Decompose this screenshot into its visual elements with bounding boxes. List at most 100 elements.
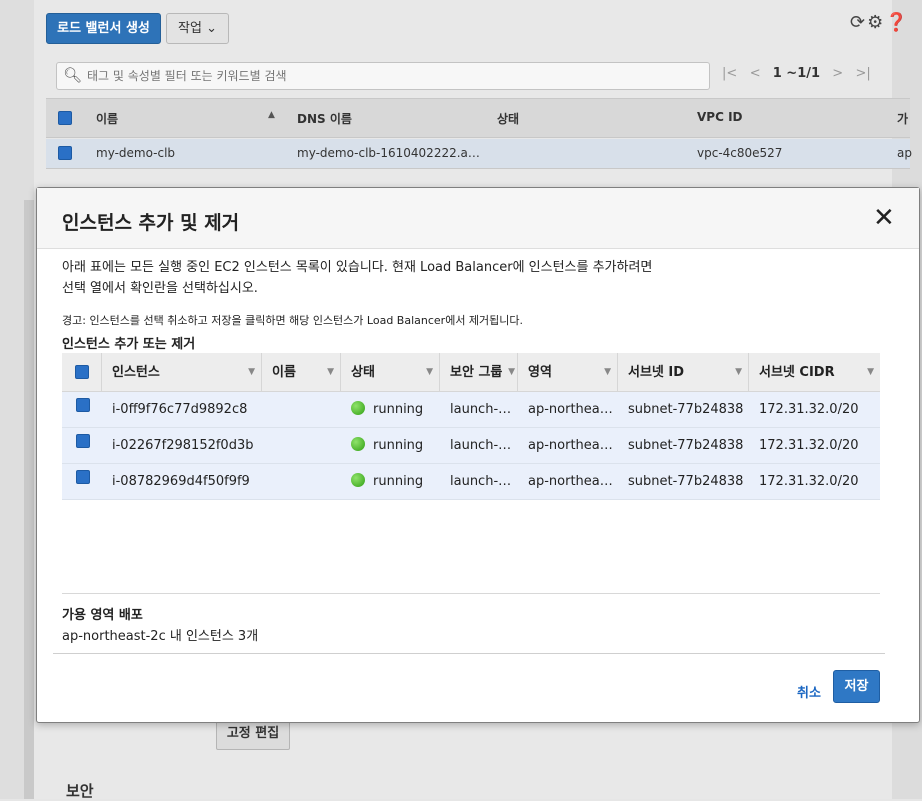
instances-table: 인스턴스 ▼ 이름 ▼ 상태 ▼ 보안 그룹 ▼ 영역 ▼ 서브넷 ID ▼ 서브넷 CID… bbox=[62, 353, 880, 500]
select-all-cell bbox=[62, 353, 102, 392]
cancel-button[interactable]: 취소 bbox=[797, 682, 821, 701]
col-dns[interactable]: DNS 이름 bbox=[297, 110, 352, 127]
row-checkbox[interactable] bbox=[76, 434, 90, 448]
pagination: |< < 1 ~1/1 > >| bbox=[722, 66, 871, 81]
search-input[interactable] bbox=[85, 67, 685, 85]
first-page-icon[interactable]: |< bbox=[722, 66, 737, 81]
page-indicator: 1 ~1/1 bbox=[772, 66, 821, 81]
col-cidr-label: 서브넷 CIDR bbox=[759, 365, 835, 380]
create-load-balancer-button[interactable]: 로드 밸런서 생성 bbox=[46, 13, 161, 44]
subnet-id: subnet-77b24838 bbox=[628, 438, 744, 453]
save-button[interactable]: 저장 bbox=[833, 670, 880, 703]
subnet-id: subnet-77b24838 bbox=[628, 402, 744, 417]
search-bar[interactable]: 🔍︎ bbox=[56, 62, 710, 90]
col-security-group[interactable]: 보안 그룹 ▼ bbox=[440, 353, 518, 392]
instances-table-header: 인스턴스 ▼ 이름 ▼ 상태 ▼ 보안 그룹 ▼ 영역 ▼ 서브넷 ID ▼ 서브넷 CID… bbox=[62, 353, 880, 392]
next-page-icon[interactable]: > bbox=[832, 66, 843, 81]
instance-id: i-02267f298152f0d3b bbox=[112, 438, 254, 453]
footer-divider bbox=[53, 653, 885, 654]
left-scrollbar[interactable] bbox=[24, 200, 34, 799]
col-sg-label: 보안 그룹 bbox=[450, 365, 503, 380]
security-group[interactable]: launch-… bbox=[450, 464, 511, 499]
select-all-checkbox[interactable] bbox=[75, 365, 89, 379]
table-row[interactable]: i-02267f298152f0d3b running launch-… ap-… bbox=[62, 428, 880, 464]
toolbar-icons: ⟳⚙❓ bbox=[850, 12, 910, 33]
actions-label: 작업 bbox=[178, 21, 202, 36]
table-row[interactable]: i-0ff9f76c77d9892c8 running launch-… ap-… bbox=[62, 392, 880, 428]
subnet-cidr: 172.31.32.0/20 bbox=[759, 438, 859, 453]
col-zone[interactable]: 영역 ▼ bbox=[518, 353, 618, 392]
row-extra: ap bbox=[897, 146, 912, 160]
state-label: running bbox=[373, 438, 424, 453]
subnet-cidr: 172.31.32.0/20 bbox=[759, 474, 859, 489]
sort-icon: ▼ bbox=[426, 367, 433, 377]
sort-icon: ▼ bbox=[604, 367, 611, 377]
az-distribution-text: ap-northeast-2c 내 인스턴스 3개 bbox=[62, 629, 259, 644]
zone: ap-northea… bbox=[528, 474, 613, 489]
col-status[interactable]: 상태 bbox=[497, 110, 519, 127]
security-section-title: 보안 bbox=[66, 782, 94, 800]
select-all-checkbox[interactable] bbox=[58, 111, 72, 125]
az-distribution-title: 가용 영역 배포 bbox=[62, 608, 143, 623]
modal-description: 아래 표에는 모든 실행 중인 EC2 인스턴스 목록이 있습니다. 현재 Lo… bbox=[62, 257, 862, 299]
search-icon: 🔍︎ bbox=[63, 66, 83, 84]
sort-asc-icon[interactable]: ▲ bbox=[268, 110, 275, 120]
row-name: my-demo-clb bbox=[96, 146, 176, 160]
sort-icon: ▼ bbox=[327, 367, 334, 377]
state-label: running bbox=[373, 402, 424, 417]
zone: ap-northea… bbox=[528, 402, 613, 417]
instances-section-title: 인스턴스 추가 또는 제거 bbox=[62, 337, 196, 352]
row-checkbox[interactable] bbox=[58, 146, 72, 160]
instance-id: i-08782969d4f50f9f9 bbox=[112, 474, 250, 489]
last-page-icon[interactable]: >| bbox=[856, 66, 871, 81]
close-icon[interactable]: ✕ bbox=[873, 205, 895, 231]
col-subnet-label: 서브넷 ID bbox=[628, 365, 685, 380]
description-line-2: 선택 열에서 확인란을 선택하십시오. bbox=[62, 281, 258, 296]
sort-icon: ▼ bbox=[735, 367, 742, 377]
running-status-icon bbox=[351, 437, 365, 451]
lb-table-header: 이름 ▲ DNS 이름 상태 VPC ID 가 bbox=[46, 98, 910, 138]
help-icon[interactable]: ❓ bbox=[885, 12, 909, 33]
security-group[interactable]: launch-… bbox=[450, 428, 511, 463]
table-row[interactable]: i-08782969d4f50f9f9 running launch-… ap-… bbox=[62, 464, 880, 500]
running-status-icon bbox=[351, 401, 365, 415]
row-vpc: vpc-4c80e527 bbox=[697, 146, 783, 160]
instance-state: running bbox=[351, 464, 423, 499]
modal-title: 인스턴스 추가 및 제거 bbox=[62, 212, 240, 234]
chevron-down-icon: ⌄ bbox=[206, 21, 217, 36]
row-checkbox[interactable] bbox=[76, 398, 90, 412]
col-instance[interactable]: 인스턴스 ▼ bbox=[102, 353, 262, 392]
col-state-label: 상태 bbox=[351, 365, 375, 380]
row-dns: my-demo-clb-1610402222.a… bbox=[297, 146, 480, 160]
subnet-cidr: 172.31.32.0/20 bbox=[759, 402, 859, 417]
col-vpc[interactable]: VPC ID bbox=[697, 110, 743, 124]
instance-state: running bbox=[351, 428, 423, 463]
instance-state: running bbox=[351, 392, 423, 427]
actions-button[interactable]: 작업 ⌄ bbox=[166, 13, 229, 44]
table-row[interactable]: my-demo-clb my-demo-clb-1610402222.a… vp… bbox=[46, 139, 912, 169]
sort-icon: ▼ bbox=[508, 367, 515, 377]
sort-icon: ▼ bbox=[248, 367, 255, 377]
state-label: running bbox=[373, 474, 424, 489]
description-line-1: 아래 표에는 모든 실행 중인 EC2 인스턴스 목록이 있습니다. 현재 Lo… bbox=[62, 260, 653, 275]
instance-id: i-0ff9f76c77d9892c8 bbox=[112, 402, 248, 417]
col-name-label: 이름 bbox=[272, 365, 296, 380]
security-group[interactable]: launch-… bbox=[450, 392, 511, 427]
col-instance-label: 인스턴스 bbox=[112, 365, 160, 380]
add-remove-instances-modal: 인스턴스 추가 및 제거 ✕ 아래 표에는 모든 실행 중인 EC2 인스턴스 … bbox=[36, 187, 920, 723]
prev-page-icon[interactable]: < bbox=[750, 66, 761, 81]
col-name[interactable]: 이름 bbox=[96, 110, 118, 127]
sort-icon: ▼ bbox=[867, 367, 874, 377]
divider bbox=[62, 593, 880, 594]
row-checkbox[interactable] bbox=[76, 470, 90, 484]
col-subnet-id[interactable]: 서브넷 ID ▼ bbox=[618, 353, 749, 392]
warning-text: 경고: 인스턴스를 선택 취소하고 저장을 클릭하면 해당 인스턴스가 Load… bbox=[62, 314, 524, 327]
col-state[interactable]: 상태 ▼ bbox=[341, 353, 440, 392]
col-extra[interactable]: 가 bbox=[897, 110, 908, 127]
col-zone-label: 영역 bbox=[528, 365, 552, 380]
col-name[interactable]: 이름 ▼ bbox=[262, 353, 341, 392]
refresh-icon[interactable]: ⟳ bbox=[850, 12, 867, 33]
zone: ap-northea… bbox=[528, 438, 613, 453]
gear-icon[interactable]: ⚙ bbox=[867, 12, 885, 33]
col-subnet-cidr[interactable]: 서브넷 CIDR ▼ bbox=[749, 353, 880, 392]
